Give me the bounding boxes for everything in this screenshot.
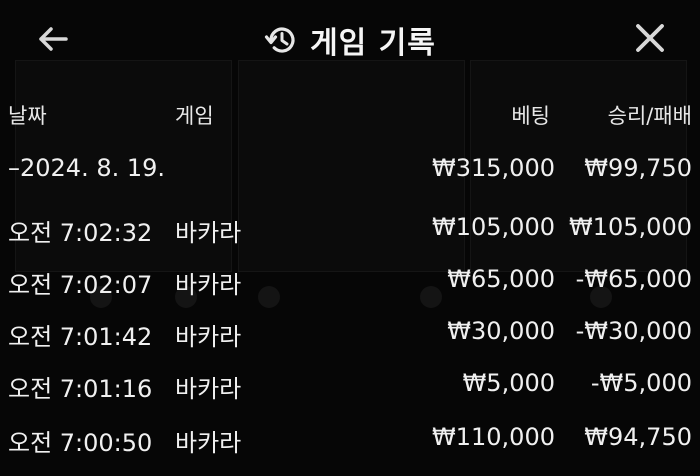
history-row[interactable]: 오전 7:02:32 바카라 ₩105,000 ₩105,000 bbox=[0, 209, 700, 249]
summary-date: –2024. 8. 19. bbox=[8, 154, 166, 182]
row-bet: ₩110,000 bbox=[432, 423, 555, 451]
summary-win-loss-total: ₩99,750 bbox=[584, 154, 692, 182]
row-time: 오전 7:02:32 bbox=[8, 219, 153, 247]
row-bet: ₩65,000 bbox=[447, 265, 555, 293]
history-row[interactable]: 오전 7:02:07 바카라 ₩65,000 -₩65,000 bbox=[0, 261, 700, 301]
row-win-loss: ₩105,000 bbox=[569, 213, 692, 241]
row-time: 오전 7:01:16 bbox=[8, 375, 153, 403]
row-bet: ₩105,000 bbox=[432, 213, 555, 241]
row-time: 오전 7:01:42 bbox=[8, 323, 153, 351]
row-time: 오전 7:00:50 bbox=[8, 429, 153, 457]
history-row[interactable]: 오전 7:00:50 바카라 ₩110,000 ₩94,750 bbox=[0, 419, 700, 459]
table-header: 날짜 게임 베팅 승리/패배 bbox=[0, 100, 700, 130]
row-win-loss: -₩30,000 bbox=[575, 317, 692, 345]
title-area: 게임 기록 bbox=[0, 18, 700, 61]
row-game: 바카라 bbox=[175, 375, 242, 403]
date-summary-row: –2024. 8. 19. ₩315,000 ₩99,750 bbox=[0, 150, 700, 190]
history-row[interactable]: 오전 7:01:16 바카라 ₩5,000 -₩5,000 bbox=[0, 365, 700, 405]
row-game: 바카라 bbox=[175, 429, 242, 457]
row-game: 바카라 bbox=[175, 323, 242, 351]
row-game: 바카라 bbox=[175, 271, 242, 299]
history-clock-icon bbox=[264, 27, 295, 53]
summary-bet-total: ₩315,000 bbox=[432, 154, 555, 182]
row-bet: ₩5,000 bbox=[462, 369, 555, 397]
row-game: 바카라 bbox=[175, 219, 242, 247]
history-row[interactable]: 오전 7:01:42 바카라 ₩30,000 -₩30,000 bbox=[0, 313, 700, 353]
column-header-win-loss: 승리/패배 bbox=[607, 104, 692, 128]
page-title: 게임 기록 bbox=[310, 26, 436, 61]
column-header-date: 날짜 bbox=[8, 104, 47, 128]
column-header-game: 게임 bbox=[175, 104, 214, 128]
row-win-loss: -₩65,000 bbox=[575, 265, 692, 293]
row-time: 오전 7:02:07 bbox=[8, 271, 153, 299]
row-bet: ₩30,000 bbox=[447, 317, 555, 345]
column-header-bet: 베팅 bbox=[511, 104, 550, 128]
row-win-loss: -₩5,000 bbox=[590, 369, 692, 397]
row-win-loss: ₩94,750 bbox=[584, 423, 692, 451]
close-button[interactable] bbox=[632, 20, 668, 56]
close-icon bbox=[636, 24, 664, 52]
top-bar: 게임 기록 bbox=[0, 0, 700, 76]
